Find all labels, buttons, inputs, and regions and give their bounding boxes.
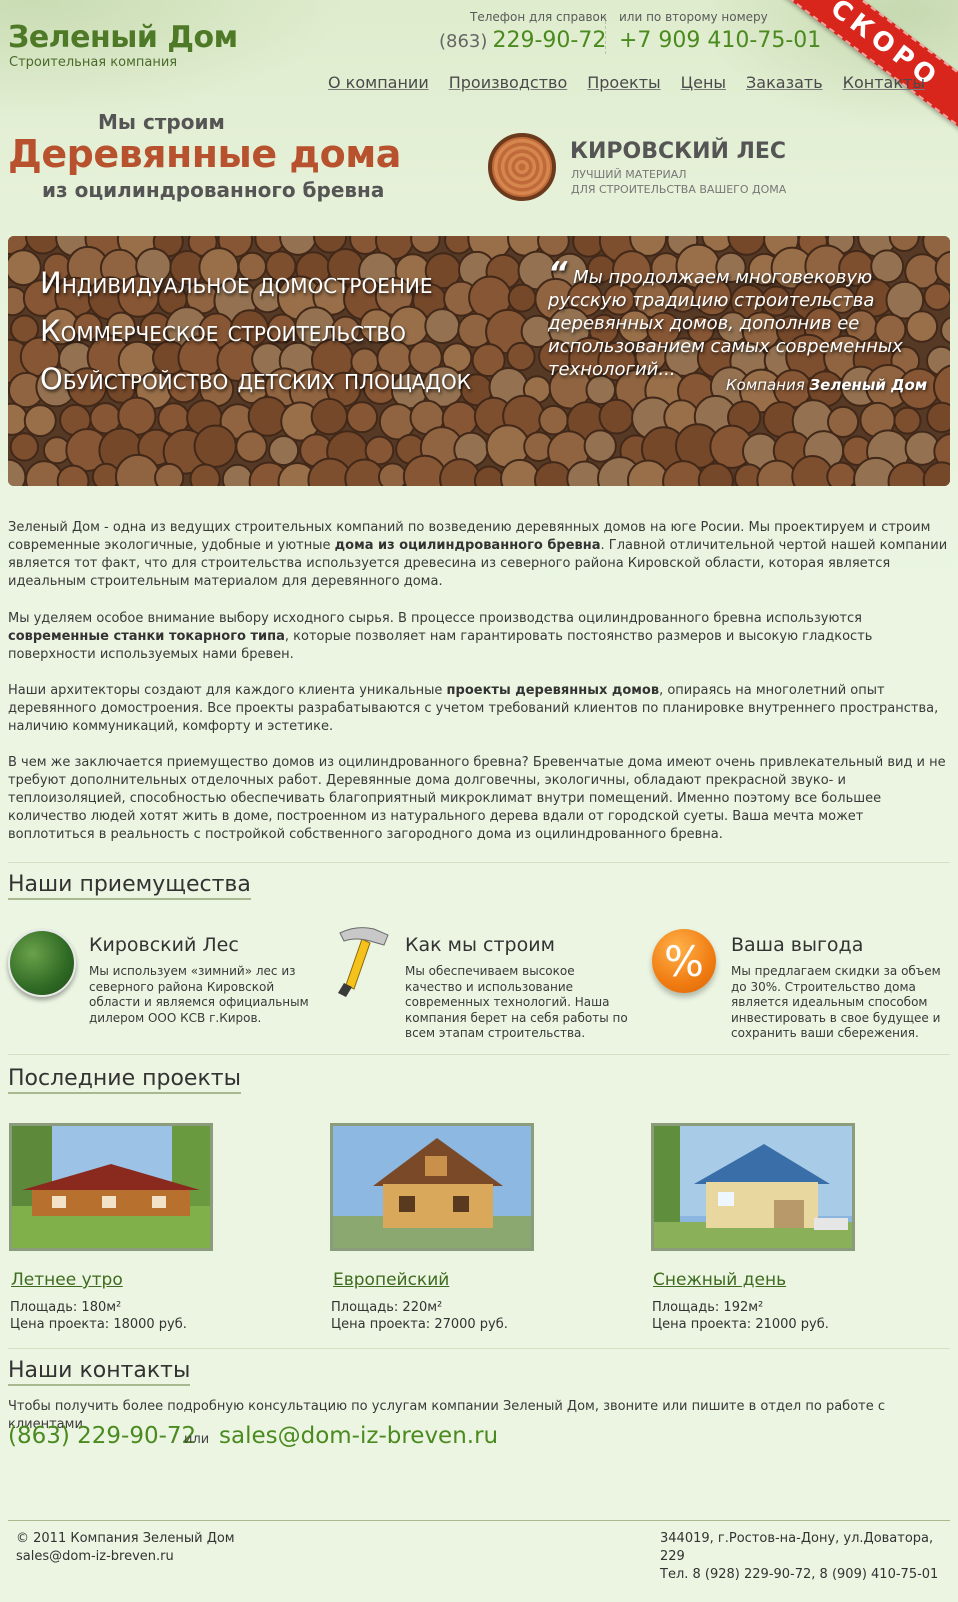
nav-contacts[interactable]: Контакты (843, 73, 925, 92)
project-price-1: 18000 руб. (113, 1317, 187, 1332)
contacts-phone[interactable]: (863) 229-90-72 (8, 1423, 196, 1449)
project-image-1[interactable] (9, 1123, 213, 1251)
project-image-3[interactable] (651, 1123, 855, 1251)
project-price-2: 27000 руб. (434, 1317, 508, 1332)
contacts-or: или (184, 1432, 210, 1447)
project-area-2: 220м² (402, 1300, 443, 1315)
house-illustration-1 (12, 1126, 210, 1248)
advantage-text-2: Мы обеспечиваем высокое качество и испол… (405, 964, 628, 1040)
quote-author-prefix: Компания (726, 376, 805, 394)
phone1-number: 229-90-72 (492, 28, 607, 53)
intro-emphasis-1: дома из оцилиндрованного бревна (334, 538, 601, 553)
footer-address: 344019, г.Ростов-на-Дону, ул.Доватора, 2… (660, 1531, 934, 1564)
phone-divider (605, 16, 607, 54)
project-link-2[interactable]: Европейский (333, 1270, 449, 1290)
divider (8, 1054, 950, 1055)
footer-divider (8, 1520, 950, 1521)
advantage-title-3: Ваша выгода (731, 934, 864, 956)
percent-icon: % (652, 929, 716, 993)
advantage-title-1: Кировский Лес (89, 934, 239, 956)
nav-order[interactable]: Заказать (746, 73, 823, 92)
quote-text: Мы продолжаем многовековую русскую тради… (548, 267, 903, 380)
hero-banner: Индивидуальное домостроение Коммерческое… (8, 236, 950, 486)
project-price-3: 21000 руб. (755, 1317, 829, 1332)
advantage-title-2: Как мы строим (405, 934, 555, 956)
footer-left: © 2011 Компания Зеленый Дом sales@dom-iz… (16, 1530, 235, 1566)
nav-production[interactable]: Производство (449, 73, 568, 92)
headline-big: Деревянные дома (8, 132, 401, 176)
house-illustration-2 (333, 1126, 531, 1248)
intro-paragraph-2: Мы уделяем особое внимание выбору исходн… (8, 611, 873, 662)
nav-projects[interactable]: Проекты (587, 73, 660, 92)
quote-author: Компания Зеленый Дом (726, 376, 927, 394)
project-info-3: Площадь: 192м² Цена проекта: 21000 руб. (652, 1300, 829, 1332)
nav-prices[interactable]: Цены (681, 73, 726, 92)
nav-about[interactable]: О компании (328, 73, 429, 92)
intro-paragraph-3: Наши архитекторы создают для каждого кли… (8, 683, 939, 734)
partner-line-1: ЛУЧШИЙ МАТЕРИАЛ (571, 168, 687, 181)
project-area-1: 180м² (81, 1300, 122, 1315)
advantages-title: Наши приемущества (8, 872, 251, 900)
intro-emphasis-3: проекты деревянных домов (446, 683, 660, 698)
project-link-1[interactable]: Летнее утро (11, 1270, 123, 1290)
quote-mark: “ (548, 256, 568, 291)
intro-paragraph-1: Зеленый Дом - одна из ведущих строительн… (8, 520, 948, 589)
contacts-title: Наши контакты (8, 1358, 191, 1386)
partner-subtitle: ЛУЧШИЙ МАТЕРИАЛ ДЛЯ СТРОИТЕЛЬСТВА ВАШЕГО… (571, 167, 786, 197)
phone1: (863) 229-90-72 (439, 28, 606, 53)
project-info-1: Площадь: 180м² Цена проекта: 18000 руб. (10, 1300, 187, 1332)
divider (8, 1348, 950, 1349)
logo-subtitle: Строительная компания (9, 55, 178, 70)
banner-line-3: Обуйстройство детских площадок (40, 362, 471, 396)
intro-paragraph-4: В чем же заключается приемущество домов … (8, 755, 946, 842)
banner-line-1: Индивидуальное домостроение (40, 266, 433, 300)
phone1-label: Телефон для справок (470, 10, 608, 24)
partner-title[interactable]: КИРОВСКИЙ ЛЕС (570, 139, 786, 164)
main-nav: О компании Производство Проекты Цены Зак… (328, 73, 925, 92)
intro-emphasis-2: современные станки токарного типа (8, 629, 285, 644)
banner-line-2: Коммерческое строительство (40, 314, 406, 348)
advantage-text-3: Мы предлагаем скидки за объем до 30%. Ст… (731, 964, 941, 1040)
phone2-label: или по второму номеру (619, 10, 768, 24)
partner-line-2: ДЛЯ СТРОИТЕЛЬСТВА ВАШЕГО ДОМА (571, 183, 787, 196)
phone2-number: +7 909 410-75-01 (619, 28, 822, 53)
contacts-email[interactable]: sales@dom-iz-breven.ru (219, 1423, 498, 1449)
headline-small: Мы строим (98, 110, 225, 134)
project-info-2: Площадь: 220м² Цена проекта: 27000 руб. (331, 1300, 508, 1332)
hammer-icon (338, 927, 389, 997)
house-illustration-3 (654, 1126, 852, 1248)
project-link-3[interactable]: Снежный день (653, 1270, 786, 1290)
projects-title: Последние проекты (8, 1066, 241, 1094)
phone1-code: (863) (439, 31, 488, 52)
logo-title[interactable]: Зеленый Дом (8, 20, 238, 55)
banner-quote: “ Мы продолжаем многовековую русскую тра… (548, 259, 938, 381)
forest-icon (8, 929, 76, 997)
quote-author-name: Зеленый Дом (809, 376, 928, 394)
divider (8, 862, 950, 863)
footer-right: 344019, г.Ростов-на-Дону, ул.Доватора, 2… (660, 1530, 958, 1584)
footer-phones: Тел. 8 (928) 229-90-72, 8 (909) 410-75-0… (660, 1567, 939, 1582)
project-image-2[interactable] (330, 1123, 534, 1251)
headline-sub: из оцилиндрованного бревна (42, 178, 385, 202)
project-area-3: 192м² (723, 1300, 764, 1315)
log-cut-icon (488, 133, 556, 201)
footer-email[interactable]: sales@dom-iz-breven.ru (16, 1548, 235, 1566)
advantage-text-1: Мы используем «зимний» лес из северного … (89, 964, 309, 1025)
footer-copyright: © 2011 Компания Зеленый Дом (16, 1531, 235, 1546)
